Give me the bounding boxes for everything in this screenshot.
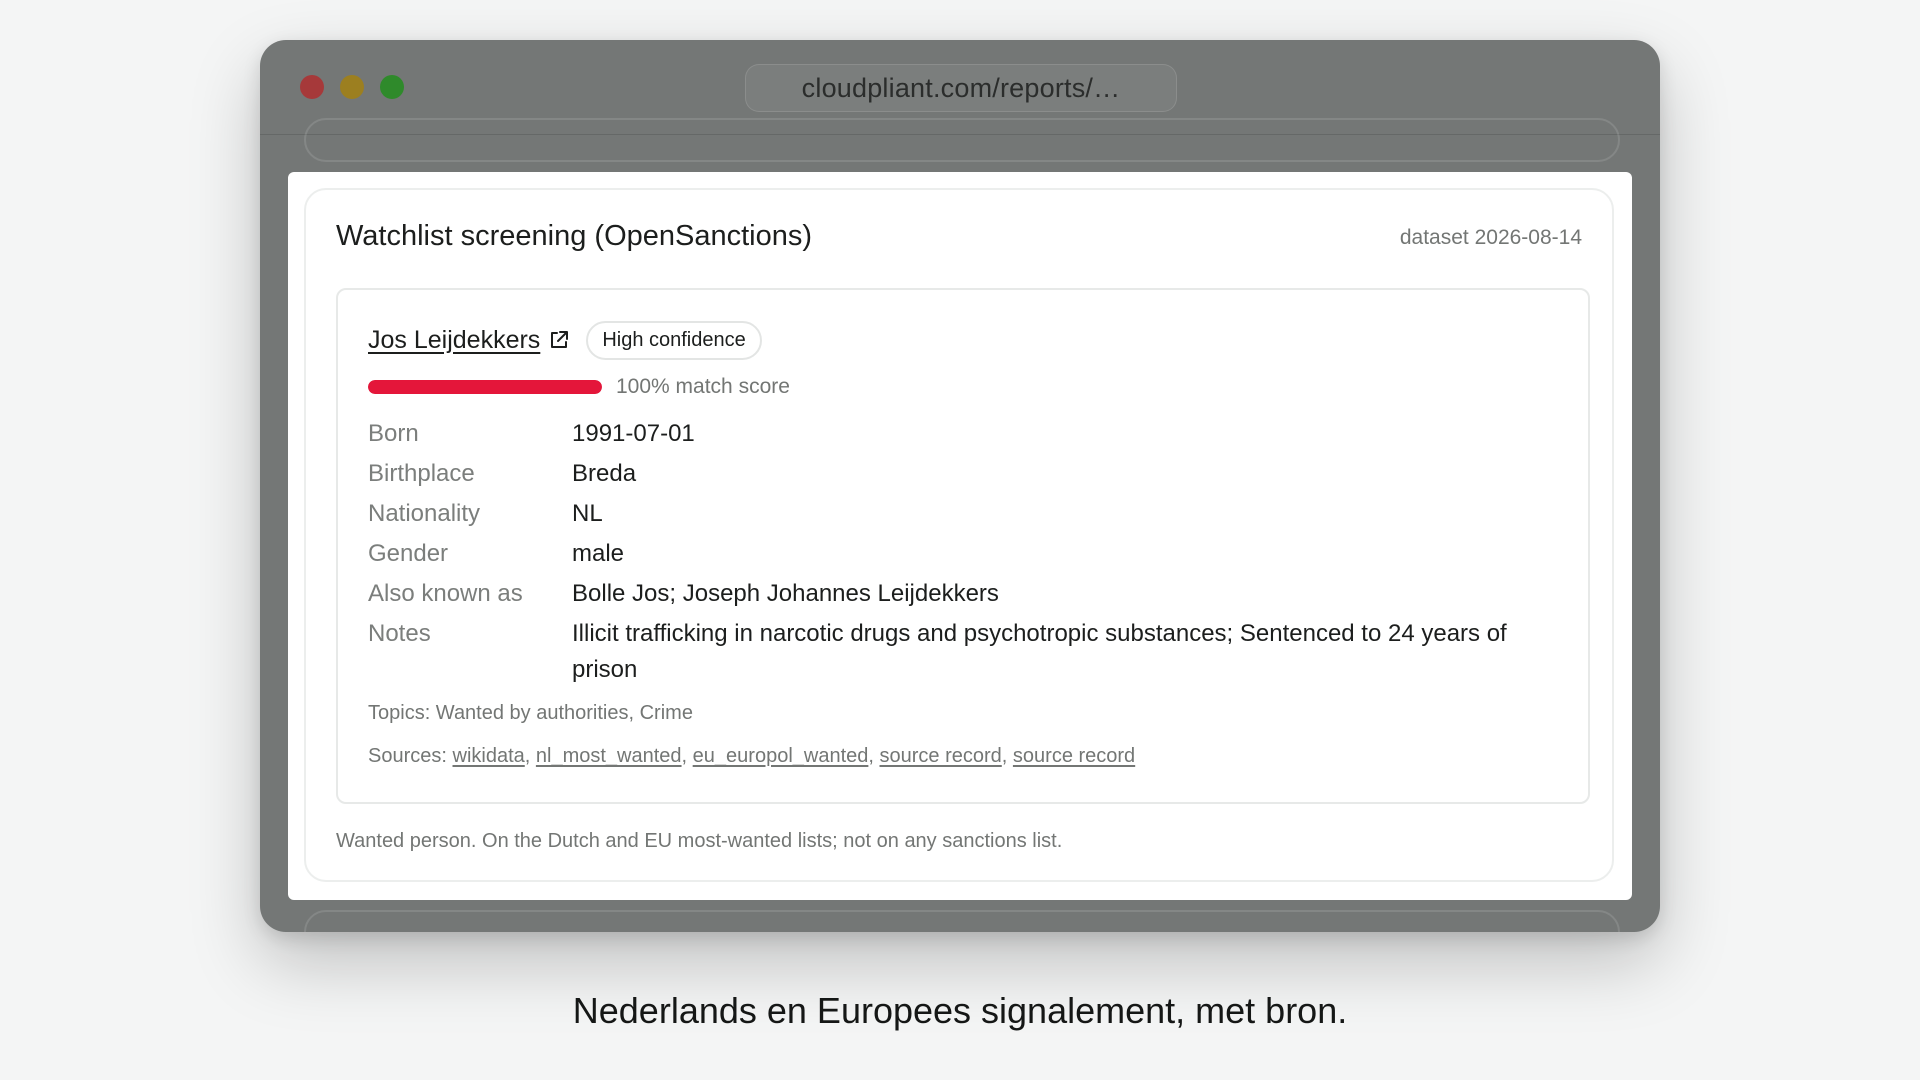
match-result: Jos Leijdekkers High confidence 100% mat… (336, 288, 1590, 804)
score-bar (368, 380, 602, 394)
watchlist-screening-card: Watchlist screening (OpenSanctions) data… (304, 188, 1614, 882)
field-value: male (572, 540, 625, 567)
source-record-link[interactable]: source record (880, 745, 1002, 767)
field-label: Nationality (368, 500, 481, 527)
source-record-link[interactable]: source record (1013, 745, 1135, 767)
next-card-edge (304, 910, 1620, 932)
field-value: Bolle Jos; Joseph Johannes Leijdekkers (572, 580, 999, 607)
score-bar-fill (368, 380, 602, 394)
field-value: 1991-07-01 (572, 420, 695, 447)
field-label: Birthplace (368, 460, 475, 487)
confidence-badge: High confidence (586, 320, 762, 360)
report-panel: Watchlist screening (OpenSanctions) data… (288, 172, 1632, 900)
source-link-eu-europol-wanted[interactable]: eu_europol_wanted (693, 745, 869, 767)
browser-window: cloudpliant.com/reports/… Watchlist scre… (260, 40, 1660, 932)
field-label: Born (368, 420, 419, 447)
field-label: Notes (368, 620, 431, 647)
footnote: Wanted person. On the Dutch and EU most-… (336, 830, 1063, 852)
score-text: 100% match score (616, 375, 790, 398)
sources-label: Sources: (368, 745, 447, 767)
field-value: Illicit trafficking in narcotic drugs an… (572, 620, 1507, 683)
field-label: Gender (368, 540, 449, 567)
match-name-link[interactable]: Jos Leijdekkers (368, 326, 540, 355)
dataset-date: dataset 2026-08-14 (1399, 226, 1582, 249)
source-link-nl-most-wanted[interactable]: nl_most_wanted (536, 745, 682, 767)
field-value: Breda (572, 460, 637, 487)
external-link-icon[interactable] (548, 329, 570, 351)
source-link-wikidata[interactable]: wikidata (453, 745, 525, 767)
match-score: 100% match score (368, 372, 790, 402)
caption: Nederlands en Europees signalement, met … (572, 990, 1348, 1031)
topics: Topics: Wanted by authorities, Crime (368, 702, 693, 724)
field-born: Born 1991-07-01 (368, 416, 1568, 452)
address-bar[interactable]: cloudpliant.com/reports/… (745, 64, 1177, 112)
match-header: Jos Leijdekkers High confidence (368, 320, 762, 360)
field-notes: Notes Illicit trafficking in narcotic dr… (368, 616, 1568, 688)
match-details: Born 1991-07-01 Birthplace Breda Nationa… (368, 416, 1568, 692)
field-nationality: Nationality NL (368, 496, 1568, 532)
close-window-button[interactable] (300, 75, 324, 99)
previous-card-edge (304, 118, 1620, 162)
field-label: Also known as (368, 580, 523, 607)
maximize-window-button[interactable] (380, 75, 404, 99)
minimize-window-button[interactable] (340, 75, 364, 99)
field-value: NL (572, 500, 603, 527)
field-gender: Gender male (368, 536, 1568, 572)
sources: Sources: wikidata, nl_most_wanted, eu_eu… (368, 745, 1136, 767)
field-birthplace: Birthplace Breda (368, 456, 1568, 492)
card-title: Watchlist screening (OpenSanctions) (336, 220, 813, 252)
field-aliases: Also known as Bolle Jos; Joseph Johannes… (368, 576, 1568, 612)
